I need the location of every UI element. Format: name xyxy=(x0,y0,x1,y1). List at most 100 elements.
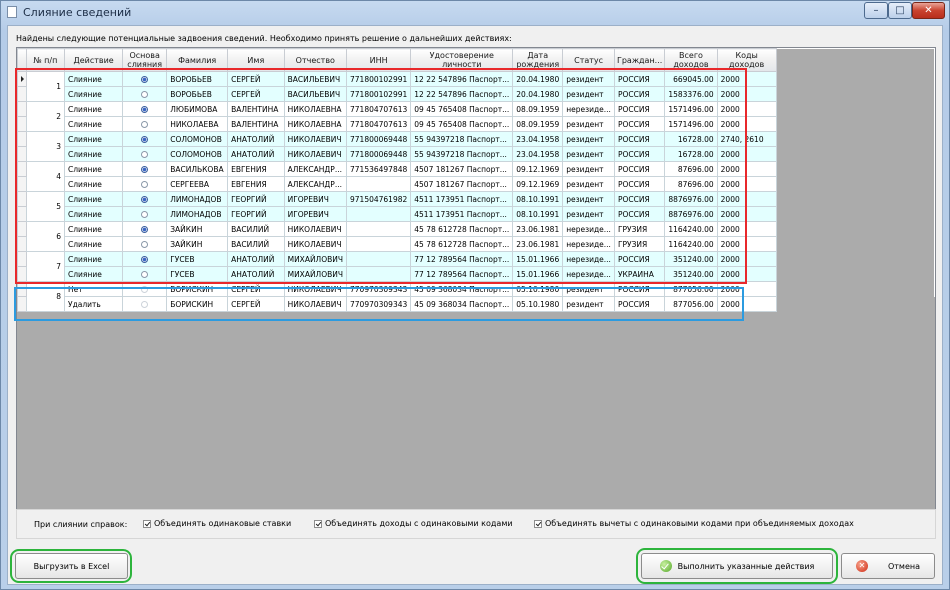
merge-base-radio[interactable] xyxy=(141,166,149,173)
table-row[interactable]: Слияние ЗАЙКИН ВАСИЛИЙ НИКОЛАЕВИЧ 45 78 6127… xyxy=(17,236,935,252)
col-header-dob[interactable]: Дата рождения xyxy=(512,48,564,72)
cell-action[interactable]: Нет xyxy=(64,281,124,297)
cell-action[interactable]: Слияние xyxy=(64,191,124,207)
table-row[interactable]: 1 Слияние ВОРОБЬЕВ СЕРГЕЙ ВАСИЛЬЕВИЧ 77180010… xyxy=(17,71,935,102)
cell-base[interactable] xyxy=(122,206,168,222)
cell-base[interactable] xyxy=(122,236,168,252)
col-header-document[interactable]: Удостоверение личности xyxy=(410,48,514,72)
merge-rates-checkbox[interactable] xyxy=(143,519,151,528)
row-header[interactable] xyxy=(17,71,27,87)
table-row[interactable]: Слияние СОЛОМОНОВ АНАТОЛИЙ НИКОЛАЕВИЧ 771800… xyxy=(17,146,935,162)
merge-base-radio[interactable] xyxy=(141,181,149,188)
col-header-citizenship[interactable]: Граждан... xyxy=(613,48,666,72)
cell-action[interactable]: Слияние xyxy=(64,161,124,177)
table-row[interactable]: Слияние СЕРГЕЕВА ЕВГЕНИЯ АЛЕКСАНДР... 4507 1… xyxy=(17,176,935,192)
table-row[interactable]: 7 Слияние ГУСЕВ АНАТОЛИЙ МИХАЙЛОВИЧ 77 12 789… xyxy=(17,251,935,282)
cell-base[interactable] xyxy=(122,161,168,177)
row-header[interactable] xyxy=(17,206,27,222)
row-header[interactable] xyxy=(17,281,27,297)
merge-base-radio[interactable] xyxy=(141,106,149,113)
row-header[interactable] xyxy=(17,251,27,267)
table-row[interactable]: Слияние ВОРОБЬЕВ СЕРГЕЙ ВАСИЛЬЕВИЧ 771800102… xyxy=(17,86,935,102)
option-merge-deductions[interactable]: Объединять вычеты с одинаковыми кодами п… xyxy=(534,519,854,528)
cell-base[interactable] xyxy=(122,131,168,147)
cell-base[interactable] xyxy=(122,101,168,117)
table-row[interactable]: Слияние ГУСЕВ АНАТОЛИЙ МИХАЙЛОВИЧ 77 12 7895… xyxy=(17,266,935,282)
cell-action[interactable]: Слияние xyxy=(64,71,124,87)
merge-base-radio[interactable] xyxy=(141,286,149,293)
row-header[interactable] xyxy=(17,161,27,177)
cell-base[interactable] xyxy=(122,146,168,162)
cell-action[interactable]: Слияние xyxy=(64,176,124,192)
table-row[interactable]: Слияние ЛИМОНАДОВ ГЕОРГИЙ ИГОРЕВИЧ 4511 1739… xyxy=(17,206,935,222)
cell-action[interactable]: Слияние xyxy=(64,251,124,267)
cancel-button[interactable]: ✕ Отмена xyxy=(841,553,935,579)
cell-base[interactable] xyxy=(122,191,168,207)
cell-action[interactable]: Слияние xyxy=(64,146,124,162)
row-header[interactable] xyxy=(17,176,27,192)
minimize-button[interactable]: – xyxy=(864,2,888,19)
merge-base-radio[interactable] xyxy=(141,241,149,248)
table-row[interactable]: 6 Слияние ЗАЙКИН ВАСИЛИЙ НИКОЛАЕВИЧ 45 78 612… xyxy=(17,221,935,252)
col-header-num[interactable]: № п/п xyxy=(25,48,66,72)
cell-base[interactable] xyxy=(122,251,168,267)
cell-base[interactable] xyxy=(122,296,168,312)
col-header-income-codes[interactable]: Коды доходов xyxy=(716,48,777,72)
merge-base-radio[interactable] xyxy=(141,136,149,143)
cell-base[interactable] xyxy=(122,86,168,102)
table-row[interactable]: 3 Слияние СОЛОМОНОВ АНАТОЛИЙ НИКОЛАЕВИЧ 77180… xyxy=(17,131,935,162)
merge-base-radio[interactable] xyxy=(141,271,149,278)
cell-base[interactable] xyxy=(122,266,168,282)
export-excel-button[interactable]: Выгрузить в Excel xyxy=(15,553,128,579)
merge-base-radio[interactable] xyxy=(141,91,149,98)
row-header[interactable] xyxy=(17,191,27,207)
col-header-middlename[interactable]: Отчество xyxy=(283,48,348,72)
cell-action[interactable]: Слияние xyxy=(64,86,124,102)
row-header[interactable] xyxy=(17,296,27,312)
col-header-status[interactable]: Статус xyxy=(562,48,615,72)
col-header-base[interactable]: Основа слияния xyxy=(122,48,168,72)
cell-base[interactable] xyxy=(122,221,168,237)
cell-base[interactable] xyxy=(122,176,168,192)
col-header-inn[interactable]: ИНН xyxy=(345,48,412,72)
row-header[interactable] xyxy=(17,266,27,282)
cell-action[interactable]: Слияние xyxy=(64,206,124,222)
col-header-lastname[interactable]: Фамилия xyxy=(166,48,229,72)
col-header-action[interactable]: Действие xyxy=(64,48,124,72)
duplicates-grid[interactable]: № п/п Действие Основа слияния Фамилия Им… xyxy=(16,47,936,524)
row-header[interactable] xyxy=(17,146,27,162)
table-row[interactable]: 2 Слияние ЛЮБИМОВА ВАЛЕНТИНА НИКОЛАЕВНА 77180… xyxy=(17,101,935,132)
cell-action[interactable]: Слияние xyxy=(64,236,124,252)
col-header-total-income[interactable]: Всего доходов xyxy=(664,48,718,72)
row-header[interactable] xyxy=(17,236,27,252)
maximize-button[interactable]: □ xyxy=(888,2,912,19)
cell-action[interactable]: Слияние xyxy=(64,101,124,117)
merge-base-radio[interactable] xyxy=(141,151,149,158)
cell-action[interactable]: Слияние xyxy=(64,131,124,147)
merge-base-radio[interactable] xyxy=(141,76,149,83)
cell-action[interactable]: Слияние xyxy=(64,221,124,237)
table-row[interactable]: Слияние НИКОЛАЕВА ВАЛЕНТИНА НИКОЛАЕВНА 77180… xyxy=(17,116,935,132)
cell-action[interactable]: Слияние xyxy=(64,266,124,282)
merge-base-radio[interactable] xyxy=(141,211,149,218)
merge-base-radio[interactable] xyxy=(141,256,149,263)
row-header[interactable] xyxy=(17,116,27,132)
merge-base-radio[interactable] xyxy=(141,121,149,128)
cell-base[interactable] xyxy=(122,116,168,132)
table-row[interactable]: Удалить БОРИСКИН СЕРГЕЙ НИКОЛАЕВИЧ 770970309… xyxy=(17,296,935,312)
col-header-firstname[interactable]: Имя xyxy=(227,48,285,72)
merge-base-radio[interactable] xyxy=(141,226,149,233)
merge-incomes-checkbox[interactable] xyxy=(314,519,322,528)
row-header[interactable] xyxy=(17,131,27,147)
merge-base-radio[interactable] xyxy=(141,196,149,203)
row-header[interactable] xyxy=(17,86,27,102)
table-row[interactable]: 8 Нет БОРИСКИН СЕРГЕЙ НИКОЛАЕВИЧ 770970309343… xyxy=(17,281,935,312)
merge-deductions-checkbox[interactable] xyxy=(534,519,542,528)
merge-base-radio[interactable] xyxy=(141,301,149,308)
execute-actions-button[interactable]: Выполнить указанные действия xyxy=(641,553,833,579)
cell-base[interactable] xyxy=(122,71,168,87)
cell-action[interactable]: Слияние xyxy=(64,116,124,132)
option-merge-incomes[interactable]: Объединять доходы с одинаковыми кодами xyxy=(314,519,513,528)
option-merge-rates[interactable]: Объединять одинаковые ставки xyxy=(143,519,291,528)
cell-action[interactable]: Удалить xyxy=(64,296,124,312)
